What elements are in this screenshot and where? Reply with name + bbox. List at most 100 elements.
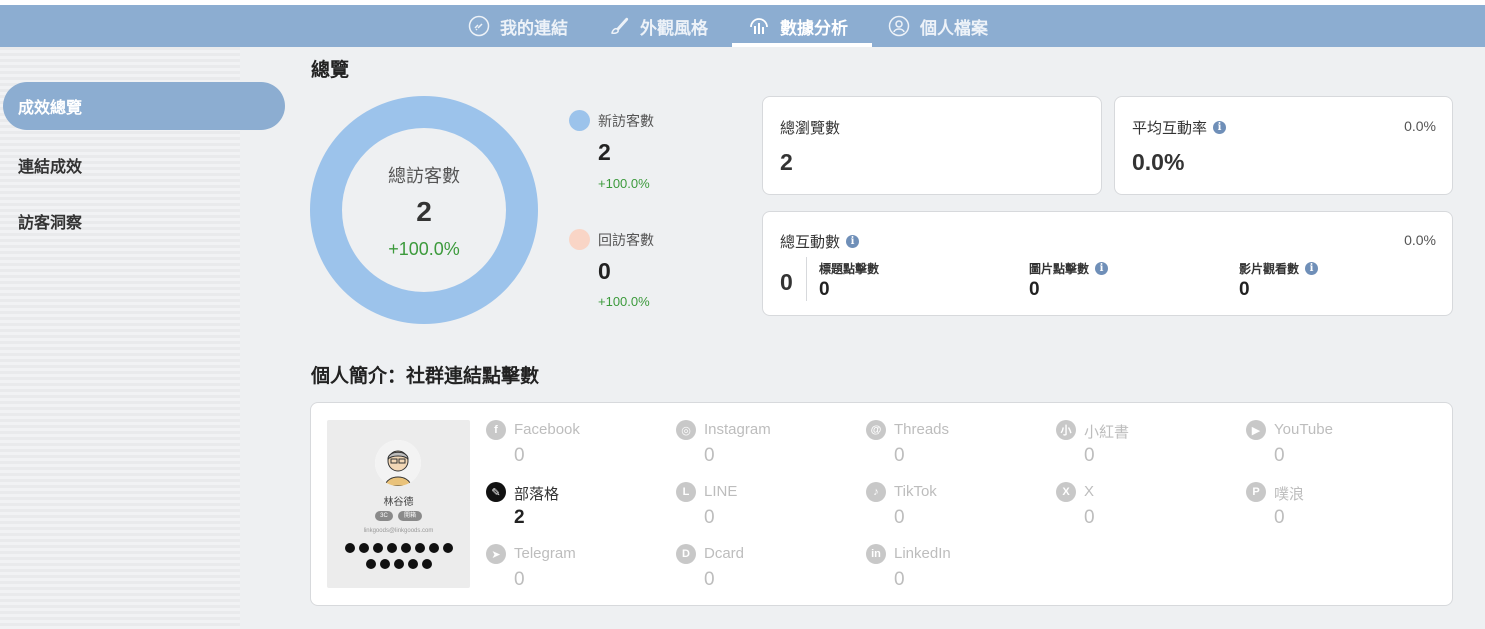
plurk-icon: P [1246, 482, 1266, 502]
title-clicks-label: 標題點擊數 [819, 262, 880, 276]
threads-icon [372, 543, 383, 553]
social-item-plurk[interactable]: P 噗浪 0 [1246, 482, 1426, 534]
social-item-youtube[interactable]: ▶ YouTube 0 [1246, 420, 1426, 472]
social-value: 0 [1274, 445, 1285, 466]
interactions-total: 0 [780, 269, 793, 295]
linkedin-icon: in [866, 544, 886, 564]
returning-visitors-label: 回訪客數 [598, 232, 654, 248]
user-icon [888, 15, 910, 37]
returning-visitors-legend-dot [569, 229, 590, 250]
social-name: TikTok [894, 483, 937, 500]
top-nav: 我的連結 外觀風格 數據分析 個人檔案 [0, 5, 1485, 47]
sidebar-item-visitor-insights[interactable]: 訪客洞察 [18, 209, 82, 233]
tiktok-icon [442, 543, 453, 553]
facebook-icon [344, 543, 355, 553]
visitor-donut-chart: 總訪客數 2 +100.0% [310, 96, 538, 324]
donut-value: 2 [416, 196, 432, 227]
x-icon: X [1056, 482, 1076, 502]
social-item-line[interactable]: L LINE 0 [676, 482, 856, 534]
new-visitors-legend-dot [569, 110, 590, 131]
social-item-xiaohongshu[interactable]: 小小紅書 0 [1056, 420, 1236, 472]
tab-appearance[interactable]: 外觀風格 [608, 5, 708, 47]
social-value: 0 [704, 507, 715, 528]
social-name: X [1084, 483, 1095, 500]
social-name: Facebook [514, 421, 580, 438]
tab-label: 個人檔案 [920, 18, 988, 38]
social-item-x[interactable]: XX0 [1056, 482, 1236, 534]
image-clicks-label: 圖片點擊數 [1029, 262, 1090, 276]
preview-tag: 開箱 [398, 511, 422, 521]
image-clicks-value: 0 [1029, 279, 1040, 300]
card-label: 平均互動率 [1132, 120, 1208, 137]
social-name: 噗浪 [1274, 486, 1305, 503]
total-views-card: 總瀏覽數 2 [762, 96, 1102, 195]
social-item-linkedin[interactable]: in LinkedIn 0 [866, 544, 1046, 596]
info-icon[interactable]: i [1095, 262, 1109, 275]
tab-my-links[interactable]: 我的連結 [468, 5, 568, 47]
x-icon [365, 559, 376, 569]
tab-analytics[interactable]: 數據分析 [748, 5, 848, 47]
youtube-icon: ▶ [1246, 420, 1266, 440]
image-clicks-label-row: 圖片點擊數 i [1029, 260, 1109, 277]
social-item-blog[interactable]: ✎ 部落格 2 [486, 482, 666, 534]
preview-name: 林谷德 [383, 497, 414, 508]
plurk-icon [379, 559, 390, 569]
social-name: Telegram [514, 545, 576, 562]
tab-profile[interactable]: 個人檔案 [888, 5, 988, 47]
sidebar-item-label: 成效總覽 [18, 100, 83, 117]
info-icon[interactable]: i [846, 235, 860, 248]
card-pct: 0.0% [1404, 232, 1436, 248]
analytics-icon [748, 15, 770, 37]
instagram-icon: ◎ [676, 420, 696, 440]
preview-social-icons-row2 [337, 559, 460, 569]
video-views-value: 0 [1239, 279, 1250, 300]
new-visitors-change: +100.0% [598, 176, 650, 191]
social-name: Instagram [704, 421, 771, 438]
preview-tag: 3C [375, 511, 393, 521]
card-pct: 0.0% [1404, 118, 1436, 134]
returning-visitors-value: 0 [598, 258, 611, 284]
active-tab-underline [732, 43, 872, 47]
social-name: 部落格 [514, 486, 560, 503]
social-item-threads[interactable]: @ Threads 0 [866, 420, 1046, 472]
social-name: 小紅書 [1084, 424, 1130, 441]
donut-label: 總訪客數 [388, 166, 460, 186]
title-clicks-value: 0 [819, 279, 830, 300]
linkedin-icon [421, 559, 432, 569]
info-icon[interactable]: i [1213, 121, 1227, 134]
tiktok-icon: ♪ [866, 482, 886, 502]
card-value: 2 [780, 149, 793, 175]
social-name: LINE [704, 483, 738, 500]
xiaohongshu-icon: 小 [1056, 420, 1076, 440]
telegram-icon [393, 559, 404, 569]
line-icon [428, 543, 439, 553]
sidebar-item-link-performance[interactable]: 連結成效 [18, 153, 82, 177]
card-label-row: 平均互動率 i [1132, 117, 1227, 138]
card-label: 總瀏覽數 [780, 120, 841, 137]
sidebar-item-overview[interactable]: 成效總覽 [3, 82, 285, 130]
line-icon: L [676, 482, 696, 502]
telegram-icon: ➤ [486, 544, 506, 564]
social-item-dcard[interactable]: D Dcard 0 [676, 544, 856, 596]
social-item-facebook[interactable]: f Facebook 0 [486, 420, 666, 472]
profile-preview: 林谷德 3C 開箱 linkgoods@linkgoods.com [327, 420, 470, 588]
new-visitors-value: 2 [598, 139, 611, 165]
link-icon [468, 15, 490, 37]
card-label-row: 總互動數 i [780, 231, 860, 252]
avg-interaction-card: 平均互動率 i 0.0% 0.0% [1114, 96, 1453, 195]
donut-change: +100.0% [388, 239, 460, 259]
blog-icon [414, 543, 425, 553]
blog-icon: ✎ [486, 482, 506, 502]
page-title: 總覽 [311, 60, 350, 81]
info-icon[interactable]: i [1305, 262, 1319, 275]
new-visitors-label: 新訪客數 [598, 113, 654, 129]
social-item-tiktok[interactable]: ♪ TikTok 0 [866, 482, 1046, 534]
preview-email: linkgoods@linkgoods.com [363, 528, 434, 534]
social-value: 0 [1084, 445, 1095, 466]
dcard-icon: D [676, 544, 696, 564]
social-item-telegram[interactable]: ➤ Telegram 0 [486, 544, 666, 596]
card-label: 總互動數 [780, 234, 841, 251]
facebook-icon: f [486, 420, 506, 440]
social-item-instagram[interactable]: ◎ Instagram 0 [676, 420, 856, 472]
sidebar: 成效總覽 連結成效 訪客洞察 [0, 47, 285, 629]
